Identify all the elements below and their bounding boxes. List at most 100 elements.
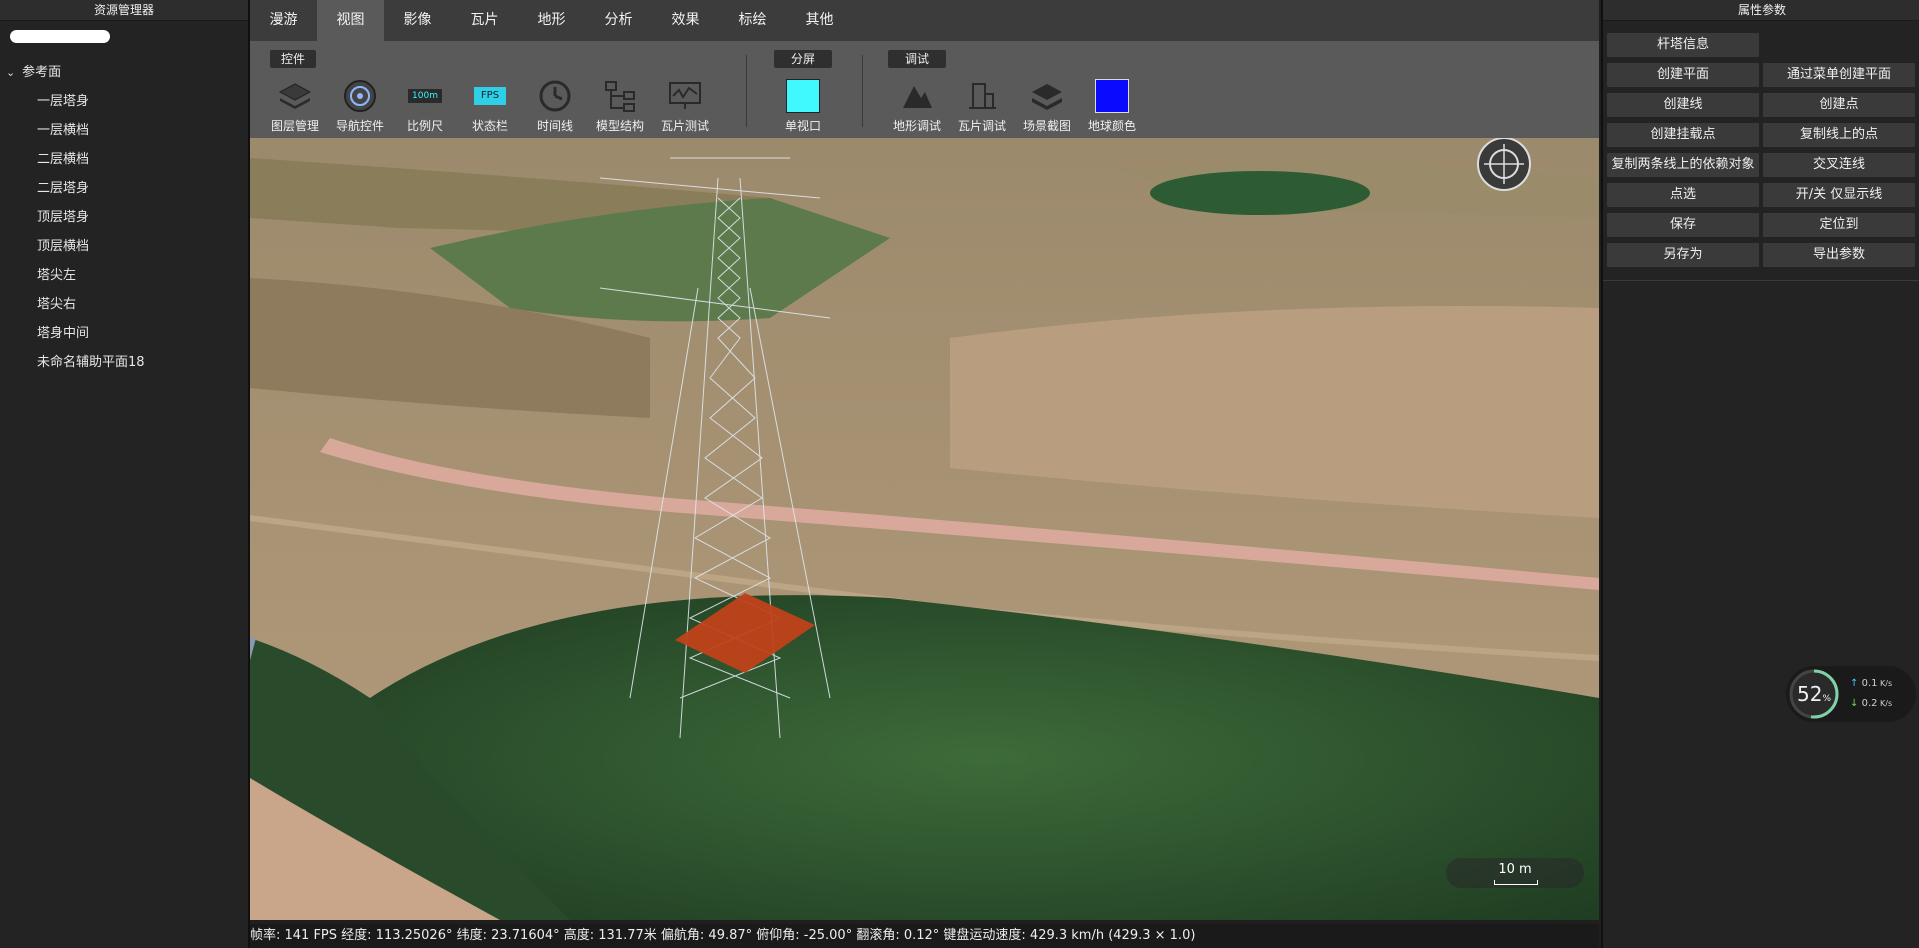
tool-label: 地球颜色	[1087, 119, 1136, 133]
scale-ruler	[1494, 880, 1538, 885]
tool-label: 场景截图	[1022, 119, 1071, 133]
tool-label: 单视口	[784, 119, 821, 133]
tree-structure-icon	[600, 76, 640, 116]
tool-label: 状态栏	[471, 119, 508, 133]
create-plane-menu-button[interactable]: 通过菜单创建平面	[1763, 63, 1915, 87]
tool-label: 时间线	[536, 119, 573, 133]
group-label-split: 分屏	[774, 50, 832, 68]
tree-item[interactable]: 未命名辅助平面18	[0, 348, 248, 377]
single-view-button[interactable]: 单视口	[770, 76, 836, 134]
tab-analysis[interactable]: 分析	[585, 0, 652, 41]
toggle-line-only-button[interactable]: 开/关 仅显示线	[1763, 183, 1915, 207]
nav-control-button[interactable]: 导航控件	[327, 76, 393, 134]
tree-item[interactable]: 一层横档	[0, 116, 248, 145]
group-label-controls: 控件	[270, 50, 316, 68]
fps-icon: FPS	[470, 76, 510, 116]
ribbon-tabs: 漫游 视图 影像 瓦片 地形 分析 效果 标绘 其他	[250, 0, 1599, 41]
copy-line-points-button[interactable]: 复制线上的点	[1763, 123, 1915, 147]
aerial-scene-image	[250, 138, 1599, 920]
tab-imagery[interactable]: 影像	[384, 0, 451, 41]
monitor-icon	[665, 76, 705, 116]
group-divider	[746, 55, 747, 127]
locate-button[interactable]: 定位到	[1763, 213, 1915, 237]
group-divider	[862, 55, 863, 127]
copy-dependency-button[interactable]: 复制两条线上的依赖对象	[1607, 153, 1759, 177]
tool-label: 图层管理	[270, 119, 319, 133]
cpu-usage: 52%	[1796, 682, 1831, 706]
tile-debug-button[interactable]: 瓦片调试	[949, 76, 1015, 134]
tool-label: 比例尺	[406, 119, 443, 133]
select-point-button[interactable]: 点选	[1607, 183, 1759, 207]
upload-rate: ↑ 0.1 K/s	[1850, 678, 1893, 689]
tree-item[interactable]: 塔尖左	[0, 261, 248, 290]
single-view-icon	[783, 76, 823, 116]
navigation-icon	[340, 76, 380, 116]
properties-title: 属性参数	[1603, 0, 1919, 21]
timeline-button[interactable]: 时间线	[522, 76, 588, 134]
download-rate: ↓ 0.2 K/s	[1850, 698, 1893, 709]
save-button[interactable]: 保存	[1607, 213, 1759, 237]
tree-item[interactable]: 二层塔身	[0, 174, 248, 203]
fps-icon-text: FPS	[474, 87, 506, 105]
layers-icon	[1027, 76, 1067, 116]
tab-plotting[interactable]: 标绘	[719, 0, 786, 41]
status-bar: 帧率: 141 FPS 经度: 113.25026° 纬度: 23.71604°…	[250, 924, 1599, 948]
chevron-down-icon[interactable]: ⌄	[6, 58, 18, 87]
scale-label: 10 m	[1498, 862, 1532, 877]
tree-item[interactable]: 二层横档	[0, 145, 248, 174]
tree-node-label: 参考面	[22, 65, 62, 80]
globe-color-icon	[1092, 76, 1132, 116]
tree-item[interactable]: 塔身中间	[0, 319, 248, 348]
resource-manager-panel: 资源管理器 ⌄ 参考面 一层塔身 一层横档 二层横档 二层塔身 顶层塔身 顶层横…	[0, 0, 250, 948]
create-line-button[interactable]: 创建线	[1607, 93, 1759, 117]
layers-icon	[275, 76, 315, 116]
export-params-button[interactable]: 导出参数	[1763, 243, 1915, 267]
scale-bar-button[interactable]: 100m 比例尺	[392, 76, 458, 134]
scale-bar: 10 m	[1446, 858, 1584, 888]
tool-label: 导航控件	[335, 119, 384, 133]
tree-item[interactable]: 一层塔身	[0, 87, 248, 116]
model-structure-button[interactable]: 模型结构	[587, 76, 653, 134]
compass-icon	[1477, 138, 1531, 191]
tile-test-button[interactable]: 瓦片测试	[652, 76, 718, 134]
scale-icon: 100m	[405, 76, 445, 116]
status-bar-button[interactable]: FPS 状态栏	[457, 76, 523, 134]
tab-tiles[interactable]: 瓦片	[451, 0, 518, 41]
tree-item[interactable]: 顶层横档	[0, 232, 248, 261]
terrain-debug-button[interactable]: 地形调试	[884, 76, 950, 134]
resource-tree: ⌄ 参考面 一层塔身 一层横档 二层横档 二层塔身 顶层塔身 顶层横档 塔尖左 …	[0, 58, 248, 377]
tool-label: 瓦片调试	[957, 119, 1006, 133]
tab-roam[interactable]: 漫游	[250, 0, 317, 41]
layer-mgmt-button[interactable]: 图层管理	[262, 76, 328, 134]
scene-viewport[interactable]: 10 m	[250, 138, 1599, 920]
tool-label: 模型结构	[595, 119, 644, 133]
redacted-user-label	[10, 30, 110, 43]
tree-node-reference-planes[interactable]: ⌄ 参考面	[0, 58, 248, 87]
tab-other[interactable]: 其他	[786, 0, 853, 41]
cross-connect-button[interactable]: 交叉连线	[1763, 153, 1915, 177]
ribbon-toolbar: 漫游 视图 影像 瓦片 地形 分析 效果 标绘 其他 控件 分屏 调试 图层管理…	[250, 0, 1599, 138]
properties-panel: 属性参数 杆塔信息 创建平面 通过菜单创建平面 创建线 创建点 创建挂载点 复制…	[1601, 0, 1919, 948]
tree-item[interactable]: 塔尖右	[0, 290, 248, 319]
create-mount-point-button[interactable]: 创建挂载点	[1607, 123, 1759, 147]
tool-label: 瓦片测试	[660, 119, 709, 133]
tower-info-button[interactable]: 杆塔信息	[1607, 33, 1759, 57]
clock-icon	[535, 76, 575, 116]
tool-label: 地形调试	[892, 119, 941, 133]
performance-widget[interactable]: 52% ↑ 0.1 K/s ↓ 0.2 K/s	[1786, 666, 1916, 722]
tab-effects[interactable]: 效果	[652, 0, 719, 41]
building-icon	[962, 76, 1002, 116]
panel-divider	[1603, 280, 1919, 281]
terrain-icon	[897, 76, 937, 116]
tree-item[interactable]: 顶层塔身	[0, 203, 248, 232]
scene-capture-button[interactable]: 场景截图	[1014, 76, 1080, 134]
tab-terrain[interactable]: 地形	[518, 0, 585, 41]
save-as-button[interactable]: 另存为	[1607, 243, 1759, 267]
create-point-button[interactable]: 创建点	[1763, 93, 1915, 117]
resource-manager-title: 资源管理器	[0, 0, 248, 21]
globe-color-button[interactable]: 地球颜色	[1079, 76, 1145, 134]
group-label-debug: 调试	[888, 50, 946, 68]
scale-icon-text: 100m	[408, 89, 442, 103]
create-plane-button[interactable]: 创建平面	[1607, 63, 1759, 87]
tab-view[interactable]: 视图	[317, 0, 384, 41]
